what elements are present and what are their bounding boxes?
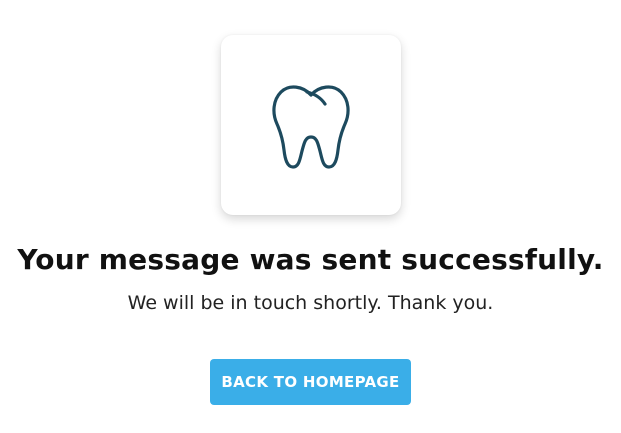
confirmation-page: Your message was sent successfully. We w…	[0, 0, 621, 433]
success-heading: Your message was sent successfully.	[17, 243, 604, 276]
tooth-icon	[269, 79, 353, 171]
back-to-homepage-button[interactable]: BACK TO HOMEPAGE	[210, 359, 411, 405]
icon-card	[221, 35, 401, 215]
success-subtext: We will be in touch shortly. Thank you.	[127, 292, 494, 314]
